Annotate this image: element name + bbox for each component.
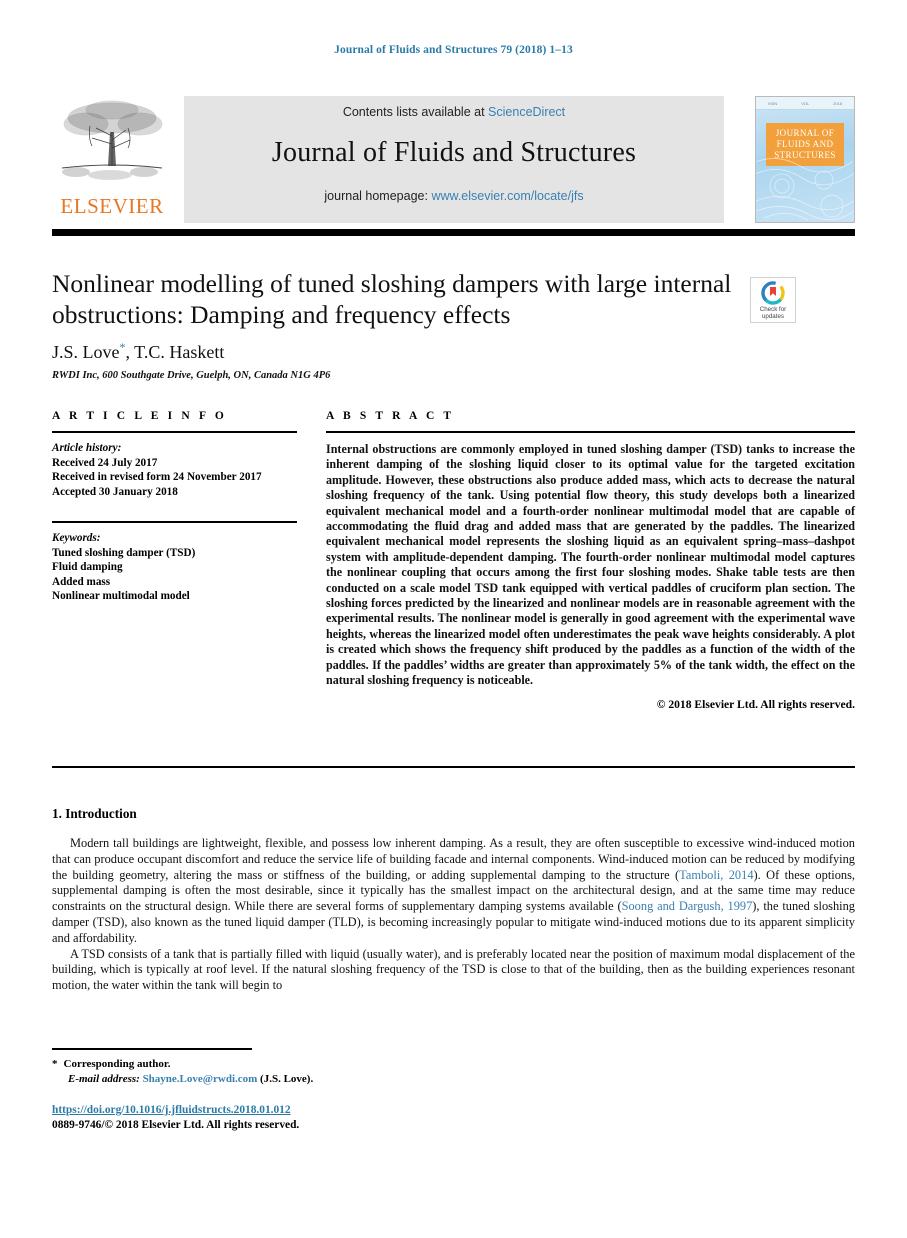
affiliation: RWDI Inc, 600 Southgate Drive, Guelph, O… bbox=[52, 370, 331, 381]
homepage-prefix: journal homepage: bbox=[324, 189, 428, 203]
article-history: Article history: Received 24 July 2017 R… bbox=[52, 441, 297, 499]
corresponding-author-note: * Corresponding author. E-mail address: S… bbox=[52, 1057, 552, 1087]
keyword-item: Added mass bbox=[52, 575, 111, 588]
section-heading-introduction: 1. Introduction bbox=[52, 806, 137, 821]
elsevier-tree-icon bbox=[61, 100, 163, 180]
crossmark-badge[interactable]: Check for updates bbox=[750, 277, 796, 323]
history-item: Received 24 July 2017 bbox=[52, 456, 158, 469]
citation-link-tamboli[interactable]: Tamboli, 2014 bbox=[679, 868, 753, 882]
title-block: Nonlinear modelling of tuned sloshing da… bbox=[52, 268, 742, 381]
elsevier-logo: ELSEVIER bbox=[52, 96, 172, 223]
doi-link[interactable]: https://doi.org/10.1016/j.jfluidstructs.… bbox=[52, 1104, 291, 1116]
crossmark-label: Check for updates bbox=[759, 306, 787, 320]
cover-swirl-pattern-icon bbox=[756, 158, 854, 221]
keywords-list: Keywords: Tuned sloshing damper (TSD) Fl… bbox=[52, 531, 297, 604]
author-primary: J.S. Love bbox=[52, 342, 120, 362]
abstract-text: Internal obstructions are commonly emplo… bbox=[326, 442, 855, 688]
page-footer: * Corresponding author. E-mail address: S… bbox=[52, 1048, 552, 1133]
email-label: E-mail address: bbox=[68, 1072, 140, 1085]
author-secondary: , T.C. Haskett bbox=[125, 342, 225, 362]
paragraph: A TSD consists of a tank that is partial… bbox=[52, 946, 855, 993]
email-note: E-mail address: Shayne.Love@rwdi.com (J.… bbox=[52, 1072, 552, 1087]
keywords-label: Keywords: bbox=[52, 532, 101, 544]
keyword-item: Fluid damping bbox=[52, 561, 123, 573]
page-title: Nonlinear modelling of tuned sloshing da… bbox=[52, 269, 732, 329]
author-list: J.S. Love*, T.C. Haskett bbox=[52, 340, 742, 363]
running-head: Journal of Fluids and Structures 79 (201… bbox=[334, 44, 573, 56]
keywords-rule bbox=[52, 521, 297, 523]
email-link[interactable]: Shayne.Love@rwdi.com bbox=[143, 1073, 258, 1085]
journal-title: Journal of Fluids and Structures bbox=[271, 137, 637, 168]
corresponding-author-label: Corresponding author. bbox=[63, 1057, 171, 1070]
abstract-column: A B S T R A C T Internal obstructions ar… bbox=[326, 410, 855, 711]
footnote-rule bbox=[52, 1048, 252, 1050]
journal-homepage-link[interactable]: www.elsevier.com/locate/jfs bbox=[431, 189, 583, 203]
paragraph: Modern tall buildings are lightweight, f… bbox=[52, 836, 855, 947]
email-suffix: (J.S. Love). bbox=[260, 1072, 314, 1085]
article-info-column: A R T I C L E I N F O Article history: R… bbox=[52, 410, 297, 604]
elsevier-wordmark: ELSEVIER bbox=[60, 194, 164, 218]
contents-line: Contents lists available at ScienceDirec… bbox=[184, 105, 724, 119]
doi-block: https://doi.org/10.1016/j.jfluidstructs.… bbox=[52, 1103, 552, 1133]
abstract-rule bbox=[326, 431, 855, 433]
history-label: Article history: bbox=[52, 442, 122, 454]
history-item: Accepted 30 January 2018 bbox=[52, 485, 178, 498]
contents-prefix: Contents lists available at bbox=[342, 105, 485, 119]
keyword-item: Nonlinear multimodal model bbox=[52, 590, 190, 602]
journal-masthead: ELSEVIER Contents lists available at Sci… bbox=[52, 96, 855, 223]
journal-banner: Contents lists available at ScienceDirec… bbox=[184, 96, 724, 223]
abstract-heading: A B S T R A C T bbox=[326, 410, 455, 422]
paper-page: Journal of Fluids and Structures 79 (201… bbox=[0, 0, 907, 1238]
masthead-divider bbox=[52, 229, 855, 236]
issn-copyright-line: 0889-9746/© 2018 Elsevier Ltd. All right… bbox=[52, 1118, 300, 1131]
sciencedirect-link[interactable]: ScienceDirect bbox=[488, 105, 565, 119]
copyright-line: © 2018 Elsevier Ltd. All rights reserved… bbox=[656, 697, 855, 711]
crossmark-ring-icon bbox=[761, 281, 785, 305]
abstract-bottom-divider bbox=[52, 766, 855, 768]
history-item: Received in revised form 24 November 201… bbox=[52, 471, 262, 483]
homepage-line: journal homepage: www.elsevier.com/locat… bbox=[184, 189, 724, 203]
article-info-heading: A R T I C L E I N F O bbox=[52, 410, 227, 422]
journal-cover-thumbnail: ISSN VOL 2018 JOURNAL OF FLUIDS AND STRUCT… bbox=[755, 96, 855, 223]
citation-link-soong[interactable]: Soong and Dargush, 1997 bbox=[622, 899, 753, 913]
article-info-rule bbox=[52, 431, 297, 433]
footnote-star: * bbox=[52, 1057, 58, 1070]
keyword-item: Tuned sloshing damper (TSD) bbox=[52, 546, 196, 559]
introduction-section: 1. Introduction Modern tall buildings ar… bbox=[52, 806, 855, 994]
cover-header-strip: ISSN VOL 2018 bbox=[756, 97, 854, 110]
